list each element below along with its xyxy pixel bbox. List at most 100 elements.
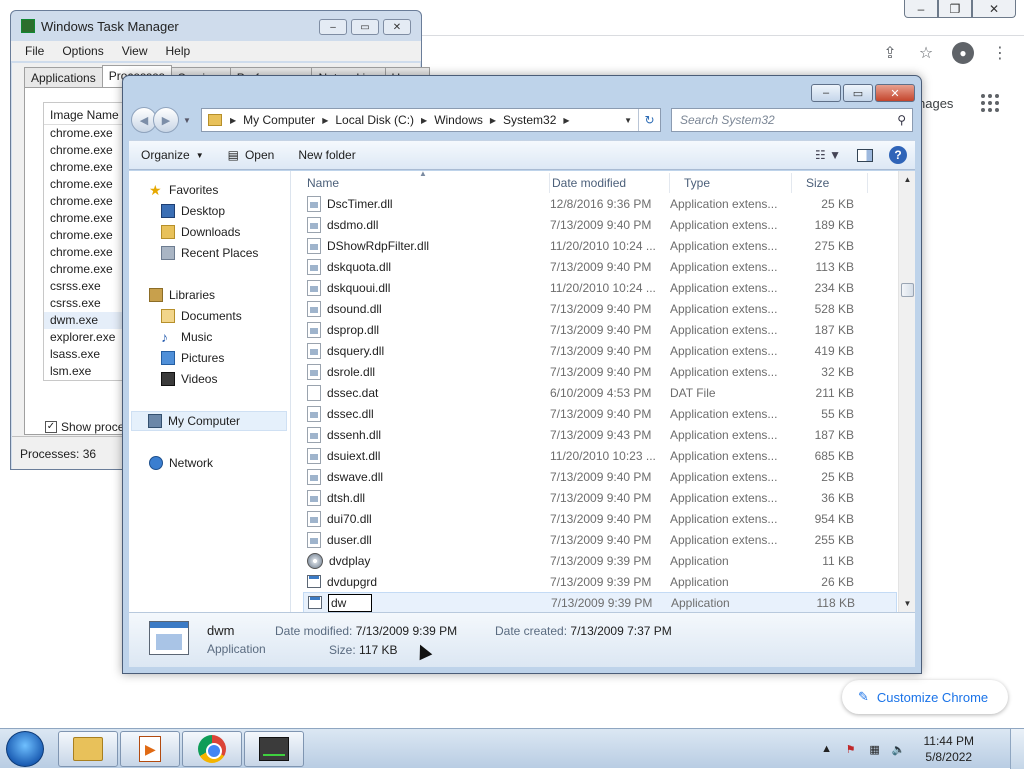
taskbar-media-player-button[interactable] [120,731,180,767]
rename-input[interactable]: dw [328,593,372,612]
breadcrumb-my-computer[interactable]: My Computer [238,113,320,127]
apps-grid-icon[interactable] [981,94,999,112]
show-desktop-button[interactable] [1010,729,1024,769]
breadcrumb-windows[interactable]: Windows [429,113,488,127]
ex-maximize-button[interactable]: ▭ [843,84,873,102]
open-button[interactable]: ▤ Open [216,148,287,162]
file-row[interactable]: dskquoui.dll 11/20/2010 10:24 ... Applicat… [303,277,897,298]
tm-menu-file[interactable]: File [25,44,44,58]
help-icon[interactable]: ? [889,146,907,164]
file-row[interactable]: dsound.dll 7/13/2009 9:40 PM Application e… [303,298,897,319]
file-row[interactable]: dvdupgrd 7/13/2009 9:39 PM Application 26 K… [303,571,897,592]
file-row[interactable]: dssec.dll 7/13/2009 9:40 PM Application ex… [303,403,897,424]
tab-applications[interactable]: Applications [24,67,103,87]
system-clock[interactable]: 11:44 PM 5/8/2022 [924,733,974,765]
column-date-header[interactable]: Date modified [550,173,670,193]
taskbar-chrome-button[interactable] [182,731,242,767]
file-row[interactable]: dvdplay 7/13/2009 9:39 PM Application 11 KB [303,550,897,571]
nav-recent-places[interactable]: Recent Places [161,246,258,260]
chrome-menu-icon[interactable]: ⋮ [990,43,1010,63]
new-folder-button[interactable]: New folder [286,148,367,162]
tm-maximize-button[interactable]: ▭ [351,19,379,35]
nav-favorites[interactable]: ★ Favorites [149,183,218,197]
bookmark-star-icon[interactable]: ☆ [916,43,936,63]
file-row[interactable]: dsrole.dll 7/13/2009 9:40 PM Application e… [303,361,897,382]
action-center-flag-icon[interactable]: ⚑ [844,742,858,756]
file-row[interactable]: DShowRdpFilter.dll 11/20/2010 10:24 ... Ap… [303,235,897,256]
scrollbar-thumb[interactable] [901,283,914,297]
breadcrumb-local-disk[interactable]: Local Disk (C:) [330,113,419,127]
tm-close-button[interactable]: ✕ [383,19,411,35]
images-link[interactable]: nages [918,96,953,111]
taskbar-explorer-button[interactable] [58,731,118,767]
file-row[interactable]: dui70.dll 7/13/2009 9:40 PM Application ex… [303,508,897,529]
taskbar-task-manager-button[interactable] [244,731,304,767]
recent-pages-dropdown[interactable]: ▼ [183,116,191,125]
nav-downloads[interactable]: Downloads [161,225,240,239]
scroll-up-arrow-icon[interactable]: ▲ [899,171,916,188]
organize-button[interactable]: Organize ▼ [129,148,216,162]
address-bar[interactable]: ▶ My Computer ▶ Local Disk (C:) ▶ Window… [201,108,661,132]
nav-libraries[interactable]: Libraries [149,288,215,302]
file-row[interactable]: dsprop.dll 7/13/2009 9:40 PM Application e… [303,319,897,340]
show-hidden-icons-icon[interactable]: ▲ [820,742,834,756]
preview-pane-icon[interactable] [857,148,873,162]
show-processes-checkbox[interactable]: ✓ [45,421,57,433]
start-button[interactable] [6,731,44,767]
scroll-down-arrow-icon[interactable]: ▼ [899,595,916,612]
file-size: 211 KB [815,385,854,400]
file-name-cell: dskquota.dll [303,258,550,275]
column-size-header[interactable]: Size [792,173,868,193]
file-row[interactable]: dssenh.dll 7/13/2009 9:43 PM Application e… [303,424,897,445]
profile-avatar-icon[interactable]: ● [952,42,974,64]
chrome-window-controls: – ❐ ✕ [904,0,1016,18]
breadcrumb-arrow[interactable]: ▶ [419,116,429,125]
nav-music[interactable]: ♪ Music [161,330,212,344]
file-row[interactable]: dssec.dat 6/10/2009 4:53 PM DAT File 211 KB [303,382,897,403]
file-row[interactable]: dsquery.dll 7/13/2009 9:40 PM Application … [303,340,897,361]
nav-network[interactable]: Network [149,456,213,470]
file-row[interactable]: dsdmo.dll 7/13/2009 9:40 PM Application ex… [303,214,897,235]
column-type-header[interactable]: Type [670,173,792,193]
file-date-modified: 7/13/2009 9:43 PM [550,427,652,442]
search-icon[interactable]: ⚲ [897,113,906,127]
ex-minimize-button[interactable]: – [811,84,841,102]
network-status-icon[interactable]: ▦ [868,742,882,756]
ex-close-button[interactable]: ✕ [875,84,915,102]
breadcrumb-system32[interactable]: System32 [498,113,561,127]
nav-videos-label: Videos [181,372,218,386]
chrome-restore-button[interactable]: ❐ [938,0,972,18]
breadcrumb-arrow[interactable]: ▶ [320,116,330,125]
tm-menu-help[interactable]: Help [166,44,191,58]
nav-desktop[interactable]: Desktop [161,204,225,218]
nav-pictures[interactable]: Pictures [161,351,224,365]
tm-menu-options[interactable]: Options [62,44,103,58]
search-input[interactable]: Search System32 ⚲ [671,108,913,132]
change-view-icon[interactable]: ☷ ▼ [815,148,841,162]
file-row[interactable]: dtsh.dll 7/13/2009 9:40 PM Application ext… [303,487,897,508]
refresh-icon[interactable]: ↻ [638,109,660,131]
file-row[interactable]: dw 7/13/2009 9:39 PM Application 118 KB [303,592,897,613]
file-row[interactable]: dskquota.dll 7/13/2009 9:40 PM Application… [303,256,897,277]
breadcrumb-root-arrow[interactable]: ▶ [228,116,238,125]
file-row[interactable]: DscTimer.dll 12/8/2016 9:36 PM Application… [303,193,897,214]
nav-my-computer[interactable]: My Computer [131,411,287,431]
breadcrumb-arrow[interactable]: ▶ [488,116,498,125]
customize-chrome-button[interactable]: ✎ Customize Chrome [842,680,1008,714]
address-dropdown-icon[interactable]: ▼ [624,116,632,125]
nav-videos[interactable]: Videos [161,372,217,386]
file-row[interactable]: duser.dll 7/13/2009 9:40 PM Application ex… [303,529,897,550]
volume-icon[interactable]: 🔈 [892,742,906,756]
chrome-minimize-button[interactable]: – [904,0,938,18]
tm-minimize-button[interactable]: – [319,19,347,35]
chrome-close-button[interactable]: ✕ [972,0,1016,18]
file-row[interactable]: dsuiext.dll 11/20/2010 10:23 ... Applicati… [303,445,897,466]
breadcrumb-arrow[interactable]: ▶ [561,116,571,125]
file-list-scrollbar[interactable]: ▲ ▼ [898,171,915,612]
nav-documents[interactable]: Documents [161,309,242,323]
forward-button[interactable]: ▶ [153,107,179,133]
file-row[interactable]: dswave.dll 7/13/2009 9:40 PM Application e… [303,466,897,487]
file-type: Application [670,553,729,568]
share-icon[interactable]: ⇪ [880,43,900,63]
tm-menu-view[interactable]: View [122,44,148,58]
